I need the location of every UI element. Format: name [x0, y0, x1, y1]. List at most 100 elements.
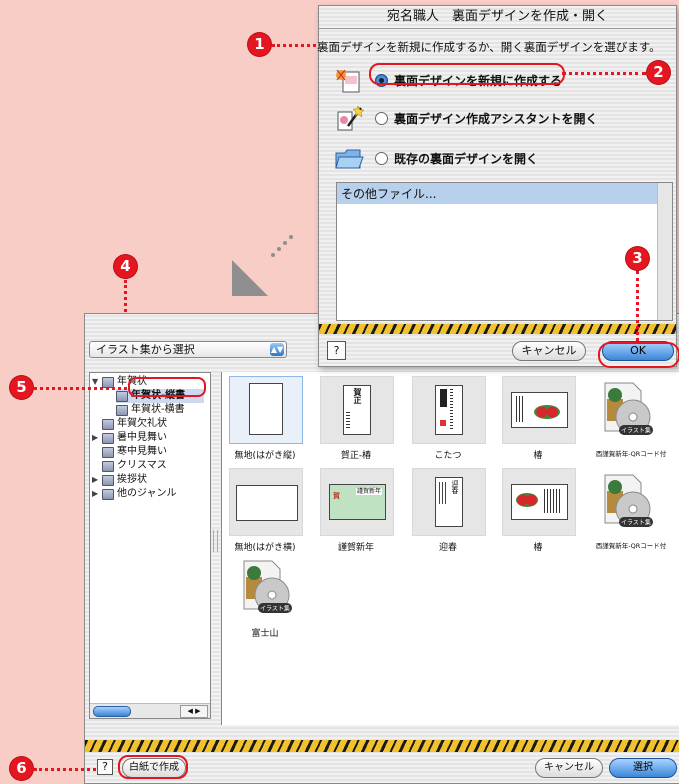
blank-card: [236, 485, 298, 521]
kinga-card: 賀 謹賀新年: [329, 484, 386, 520]
text-lines-icon: [450, 389, 453, 429]
new-design-icon: [333, 66, 365, 94]
annotation-leader: [562, 72, 646, 75]
annotation-leader: [34, 768, 96, 771]
kotatsu-card: [435, 385, 463, 435]
folder-icon: [116, 390, 128, 402]
tree-item-label: 暑中見舞い: [117, 432, 167, 443]
dialog-prompt: 裏面デザインを新規に作成するか、開く裏面デザインを選びます。: [317, 40, 661, 54]
source-popup-menu[interactable]: イラスト集から選択 ▲▼: [89, 341, 287, 358]
scroll-thumb[interactable]: [93, 706, 131, 717]
thumbnail-label: 賀正-椿: [340, 451, 372, 461]
disclosure-closed-icon[interactable]: ▶: [92, 431, 102, 445]
file-list-scrollbar[interactable]: [657, 183, 672, 320]
tree-item-summer-greeting[interactable]: ▶ 暑中見舞い: [92, 431, 167, 445]
assistant-wand-icon: [333, 104, 365, 132]
thumbnail-item[interactable]: イラスト集 酉謹賀新年-QRコード付: [590, 468, 672, 550]
illustration-cd-icon: イラスト集: [243, 560, 292, 613]
thumbnail-item[interactable]: 無地(はがき縦): [229, 376, 303, 461]
radio-open-existing[interactable]: [375, 151, 388, 165]
help-button[interactable]: ?: [97, 759, 113, 775]
folder-icon: [102, 488, 114, 500]
source-popup-label: イラスト集から選択: [96, 343, 195, 356]
tree-item-christmas[interactable]: クリスマス: [102, 459, 167, 473]
popup-arrows-icon: ▲▼: [270, 343, 284, 356]
thumbnail-preview: イラスト集: [229, 554, 303, 622]
folder-icon: [102, 376, 114, 388]
thumbnail-item[interactable]: 賀 謹賀新年 謹賀新年: [320, 468, 394, 553]
thumbnail-item[interactable]: イラスト集 富士山: [229, 554, 301, 639]
open-folder-icon: [333, 144, 365, 172]
option-assistant[interactable]: 裏面デザイン作成アシスタントを開く: [333, 104, 598, 132]
thumbnail-item[interactable]: イラスト集 酉謹賀新年-QRコード付: [590, 376, 672, 458]
seal-stamp-icon: [440, 420, 446, 426]
annotation-badge-4: 4: [114, 255, 137, 278]
annotation-badge-5: 5: [10, 376, 33, 399]
radio-assistant[interactable]: [375, 111, 388, 125]
text-lines-icon: [439, 482, 447, 504]
splitter-grip[interactable]: [213, 530, 218, 552]
tree-item-other-genres[interactable]: ▶ 他のジャンル: [92, 487, 177, 501]
thumbnail-label: 椿: [533, 451, 543, 461]
pane-splitter[interactable]: [212, 372, 218, 717]
annotation-badge-2: 2: [647, 61, 670, 84]
option-open-existing[interactable]: 既存の裏面デザインを開く: [333, 144, 538, 172]
design-file-list[interactable]: その他ファイル...: [336, 182, 673, 321]
tree-item-nengajo-horizontal[interactable]: 年賀状-横書: [116, 403, 204, 417]
thumbnail-grid[interactable]: 無地(はがき縦) 賀正 賀正-椿 こたつ 椿 イラスト集 酉謹賀新年-QRコード…: [221, 372, 679, 725]
card-subheading: 謹賀新年: [356, 488, 382, 495]
annotation-highlight: [598, 342, 679, 368]
folder-icon: [102, 432, 114, 444]
folder-icon: [102, 446, 114, 458]
cd-badge-text: イラスト集: [260, 605, 290, 613]
camellia-illustration-icon: [516, 493, 538, 507]
thumbnail-item[interactable]: 無地(はがき横): [229, 468, 303, 553]
annotation-leader: [34, 387, 127, 390]
blank-card: [249, 383, 283, 435]
cancel-button[interactable]: キャンセル: [535, 758, 603, 778]
file-list-item[interactable]: その他ファイル...: [337, 183, 672, 204]
tree-item-mourning[interactable]: 年賀欠礼状: [102, 417, 167, 431]
thumbnail-preview: 賀 謹賀新年: [320, 468, 394, 536]
card-heading: 迎春: [451, 480, 459, 494]
thumbnail-item[interactable]: 迎春 迎春: [412, 468, 486, 553]
select-button[interactable]: 選択: [609, 758, 677, 778]
thumbnail-item[interactable]: 椿: [502, 376, 576, 461]
thumbnail-label: 酉謹賀新年-QRコード付: [595, 542, 667, 550]
disclosure-closed-icon[interactable]: ▶: [92, 473, 102, 487]
scroll-arrows-icon[interactable]: ◀ ▶: [180, 705, 208, 718]
decorative-stripe: [85, 740, 679, 752]
folder-icon: [102, 460, 114, 472]
thumbnail-label: 無地(はがき横): [234, 543, 296, 553]
thumbnail-item[interactable]: 椿: [502, 468, 576, 553]
cancel-button[interactable]: キャンセル: [512, 341, 586, 361]
thumbnail-preview: [502, 376, 576, 444]
create-open-design-dialog: 宛名職人 裏面デザインを作成・開く 裏面デザインを新規に作成するか、開く裏面デザ…: [317, 5, 677, 367]
kotatsu-illustration-icon: [440, 389, 447, 407]
thumbnail-item[interactable]: 賀正 賀正-椿: [320, 376, 394, 461]
tree-item-label: クリスマス: [117, 460, 167, 471]
option-label: 既存の裏面デザインを開く: [394, 151, 539, 166]
tree-item-label: 年賀状-横書: [131, 404, 185, 415]
annotation-badge-6: 6: [10, 757, 33, 780]
text-lines-icon: [544, 489, 562, 513]
thumbnail-label: 椿: [533, 543, 543, 553]
disclosure-closed-icon[interactable]: ▶: [92, 487, 102, 501]
geishun-card: 迎春: [435, 477, 463, 527]
transition-arrow-icon: [232, 235, 293, 296]
cd-badge-text: イラスト集: [621, 519, 651, 527]
folder-icon: [102, 474, 114, 486]
category-tree[interactable]: ▼ 年賀状 年賀状-縦書 年賀状-横書 年賀欠礼状 ▶ 暑中見舞い 寒中見舞い …: [89, 372, 211, 719]
thumbnail-preview: 賀正: [320, 376, 394, 444]
thumbnail-preview: [229, 468, 303, 536]
thumbnail-preview: イラスト集: [590, 376, 664, 444]
illustration-cd-icon: イラスト集: [604, 382, 653, 435]
thumbnail-label: 謹賀新年: [337, 543, 374, 553]
tree-horizontal-scrollbar[interactable]: ◀ ▶: [90, 703, 210, 718]
tree-item-greeting[interactable]: ▶ 挨拶状: [92, 473, 147, 487]
tree-item-winter-greeting[interactable]: 寒中見舞い: [102, 445, 167, 459]
help-button[interactable]: ?: [327, 341, 346, 360]
illustration-cd-icon: イラスト集: [604, 474, 653, 527]
annotation-badge-3: 3: [626, 247, 649, 270]
thumbnail-item[interactable]: こたつ: [412, 376, 486, 461]
